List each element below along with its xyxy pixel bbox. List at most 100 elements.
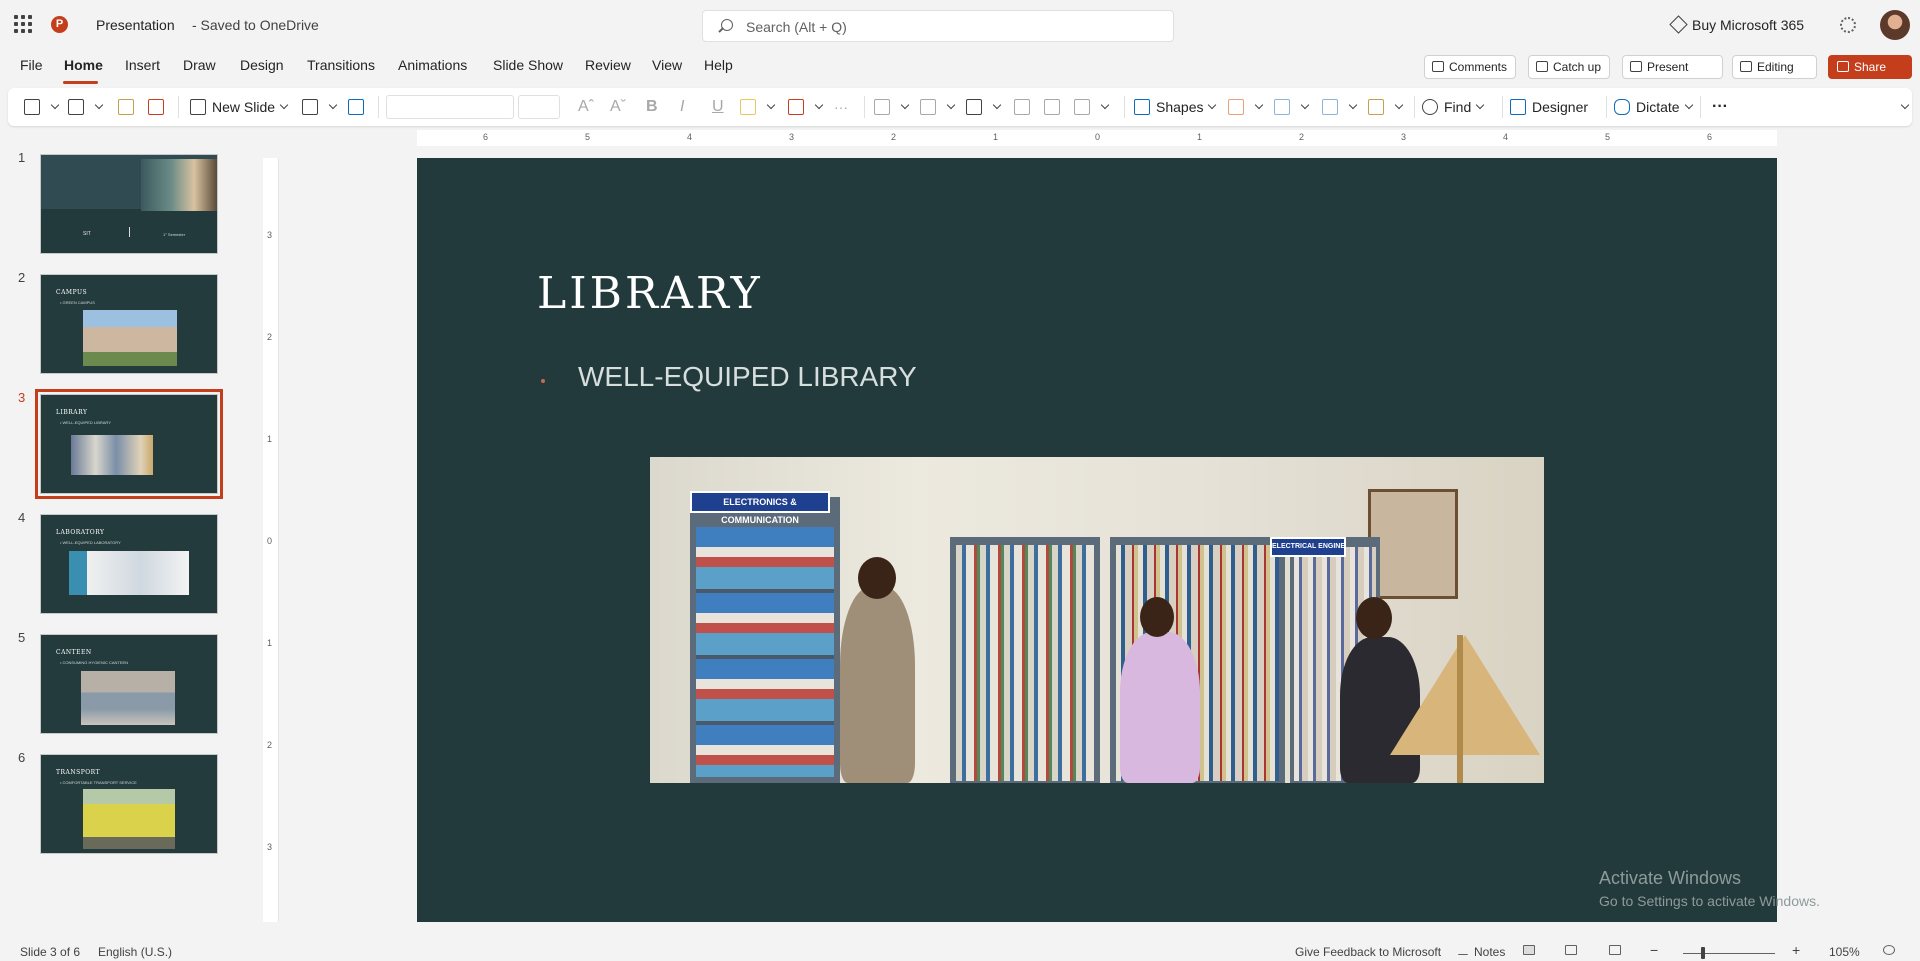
thumb-bullet: • CONSUMING HYGIENIC CANTEEN <box>60 660 129 665</box>
document-title[interactable]: Presentation <box>96 17 175 33</box>
tab-animations[interactable]: Animations <box>398 57 467 73</box>
font-size-dropdown[interactable] <box>518 95 560 119</box>
shape-effects-button[interactable] <box>1322 88 1358 126</box>
ruler-label: 3 <box>267 230 273 240</box>
dictate-button[interactable]: Dictate <box>1614 88 1693 126</box>
save-status[interactable]: - Saved to OneDrive <box>192 17 319 33</box>
ruler-label: 5 <box>1605 132 1611 142</box>
chevron-down-icon <box>1208 100 1217 110</box>
app-launcher-icon[interactable] <box>14 15 32 33</box>
department-sign: ELECTRICAL ENGINEERING <box>1270 537 1346 557</box>
align-button[interactable] <box>966 88 1002 126</box>
paste-button[interactable] <box>68 88 104 126</box>
tab-insert[interactable]: Insert <box>125 57 160 73</box>
thumb-caption-right: 1° Semester <box>163 232 186 237</box>
tab-draw[interactable]: Draw <box>183 57 216 73</box>
canteen-image <box>81 671 175 725</box>
increase-indent-icon <box>1044 99 1060 115</box>
slide-title[interactable]: LIBRARY <box>537 268 763 319</box>
slide-canvas[interactable]: LIBRARY WELL-EQUIPED LIBRARY ELECTRONICS… <box>417 158 1777 922</box>
tab-file[interactable]: File <box>20 57 43 73</box>
tab-view[interactable]: View <box>652 57 682 73</box>
zoom-slider-thumb[interactable] <box>1701 947 1705 959</box>
tab-transitions[interactable]: Transitions <box>307 57 375 73</box>
find-button[interactable]: Find <box>1422 88 1485 126</box>
pencils-image <box>141 159 217 211</box>
ruler-label: 4 <box>687 132 693 142</box>
slide-thumbnail-3[interactable]: LIBRARY • WELL-EQUIPED LIBRARY <box>35 389 223 499</box>
more-options-button[interactable]: ··· <box>1712 88 1728 126</box>
thumb-bullet: • COMFORTABLE TRANSPORT SERVICE <box>60 780 137 785</box>
slide-number: 3 <box>18 390 26 405</box>
gear-icon[interactable] <box>1840 17 1856 33</box>
align-icon <box>966 99 982 115</box>
line-spacing-button[interactable] <box>1074 88 1110 126</box>
books <box>696 527 834 777</box>
slide-sorter-icon[interactable] <box>1565 945 1577 955</box>
underline-button[interactable]: U <box>712 98 724 116</box>
search-box[interactable]: Search (Alt + Q) <box>702 10 1174 42</box>
designer-button[interactable]: Designer <box>1510 88 1588 126</box>
comments-button[interactable]: Comments <box>1424 55 1517 79</box>
normal-view-icon[interactable] <box>1523 945 1535 955</box>
present-button[interactable]: Present <box>1622 55 1724 79</box>
buy-microsoft-365-link[interactable]: Buy Microsoft 365 <box>1692 17 1804 33</box>
library-photo[interactable]: ELECTRONICS & COMMUNICATION ELECTRICAL E… <box>650 457 1544 783</box>
catch-up-button[interactable]: Catch up <box>1528 55 1611 79</box>
slide-thumbnail-2[interactable]: CAMPUS • GREEN CAMPUS <box>40 274 218 374</box>
tab-review[interactable]: Review <box>585 57 631 73</box>
fit-slide-icon[interactable] <box>1883 945 1895 955</box>
reading-view-icon[interactable] <box>1609 945 1621 955</box>
share-button[interactable]: Share <box>1828 55 1912 79</box>
avatar[interactable] <box>1880 10 1910 40</box>
zoom-slider[interactable] <box>1683 953 1775 954</box>
close-icon <box>148 99 164 115</box>
zoom-out-button[interactable]: − <box>1650 942 1658 958</box>
undo-button[interactable] <box>24 88 60 126</box>
background-button[interactable] <box>348 88 370 126</box>
new-slide-label: New Slide <box>212 99 276 115</box>
language-status[interactable]: English (U.S.) <box>98 945 172 959</box>
shapes-button[interactable]: Shapes <box>1134 88 1217 126</box>
italic-button[interactable]: I <box>680 98 684 116</box>
decrease-indent-button[interactable] <box>1014 88 1036 126</box>
slide-thumbnail-5[interactable]: CANTEEN • CONSUMING HYGIENIC CANTEEN <box>40 634 218 734</box>
shape-fill-button[interactable] <box>1228 88 1264 126</box>
tab-design[interactable]: Design <box>240 57 284 73</box>
slide-bullet-text[interactable]: WELL-EQUIPED LIBRARY <box>578 361 917 393</box>
zoom-level[interactable]: 105% <box>1829 945 1860 959</box>
shape-outline-button[interactable] <box>1274 88 1310 126</box>
campus-image <box>83 310 177 366</box>
slide-thumbnail-4[interactable]: LABORATORY • WELL-EQUIPED LABORATORY <box>40 514 218 614</box>
slide-thumbnail-1[interactable]: SIT 1° Semester <box>40 154 218 254</box>
divider <box>129 227 130 237</box>
delete-button[interactable] <box>148 88 170 126</box>
tab-help[interactable]: Help <box>704 57 733 73</box>
ruler-label: 3 <box>789 132 795 142</box>
divider <box>378 96 379 118</box>
shrink-font-button[interactable]: Aˇ <box>610 98 626 116</box>
format-painter-button[interactable] <box>118 88 140 126</box>
bold-button[interactable]: B <box>646 98 658 116</box>
zoom-in-button[interactable]: + <box>1792 942 1800 958</box>
increase-indent-button[interactable] <box>1044 88 1066 126</box>
font-color-button[interactable] <box>788 88 824 126</box>
highlight-button[interactable] <box>740 88 776 126</box>
layout-button[interactable] <box>302 88 338 126</box>
present-icon <box>1630 61 1642 72</box>
tab-slide-show[interactable]: Slide Show <box>493 57 563 73</box>
numbering-button[interactable] <box>920 88 956 126</box>
collapse-ribbon-button[interactable] <box>1896 88 1910 126</box>
font-family-dropdown[interactable] <box>386 95 514 119</box>
slide-thumbnail-6[interactable]: TRANSPORT • COMFORTABLE TRANSPORT SERVIC… <box>40 754 218 854</box>
new-slide-button[interactable]: New Slide <box>190 88 289 126</box>
feedback-link[interactable]: Give Feedback to Microsoft <box>1295 945 1441 959</box>
decrease-indent-icon <box>1014 99 1030 115</box>
bullets-button[interactable] <box>874 88 910 126</box>
editing-mode-button[interactable]: Editing <box>1732 55 1817 79</box>
arrange-button[interactable] <box>1368 88 1404 126</box>
more-font-options-button[interactable]: ··· <box>834 88 848 126</box>
tab-home[interactable]: Home <box>64 57 103 73</box>
grow-font-button[interactable]: Aˆ <box>578 98 594 116</box>
notes-button[interactable]: Notes <box>1474 945 1505 959</box>
